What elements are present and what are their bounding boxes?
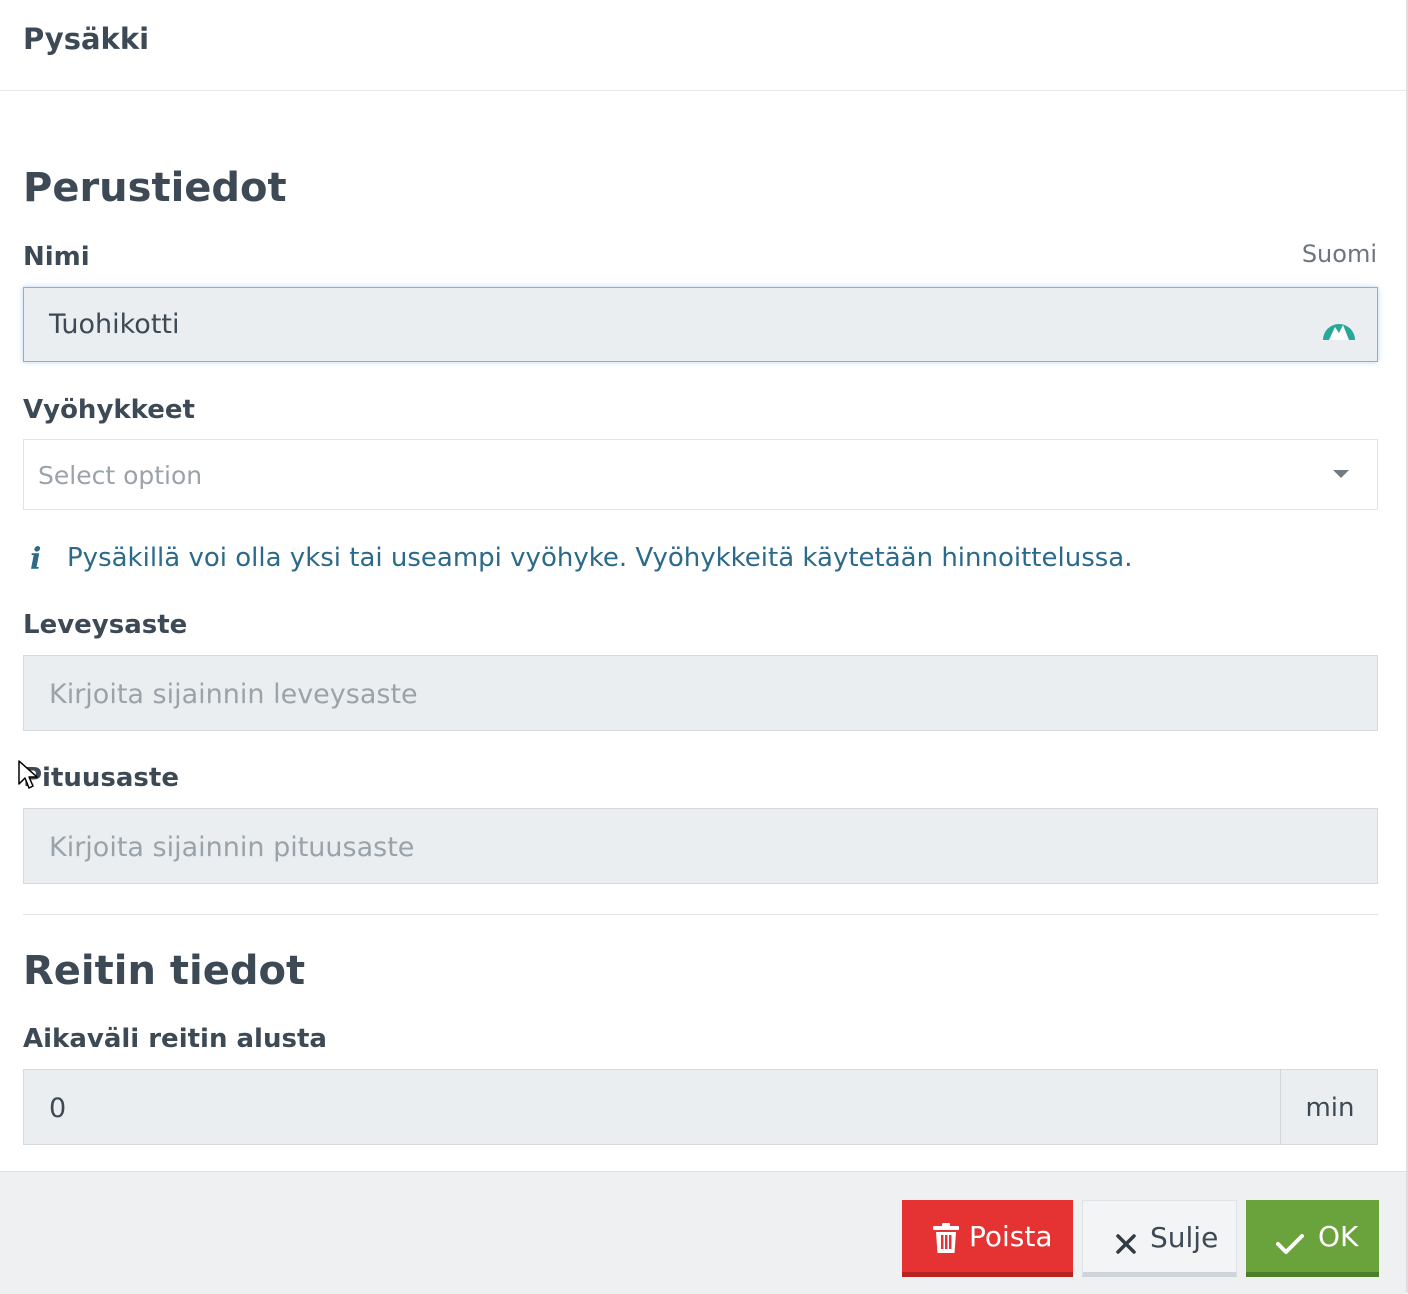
language-selector[interactable]: Suomi xyxy=(1302,240,1377,268)
close-button-label: Sulje xyxy=(1150,1221,1219,1254)
zones-select-placeholder: Select option xyxy=(38,461,203,490)
interval-label: Aikaväli reitin alusta xyxy=(23,1024,327,1054)
modal-title: Pysäkki xyxy=(23,22,150,56)
latitude-label: Leveysaste xyxy=(23,610,188,640)
zones-select[interactable]: Select option xyxy=(23,439,1378,510)
modal-header: Pysäkki xyxy=(0,0,1406,91)
mouse-cursor-icon xyxy=(18,760,38,794)
close-button[interactable]: Sulje xyxy=(1082,1200,1237,1277)
longitude-label: Pituusaste xyxy=(23,763,179,793)
zones-label: Vyöhykkeet xyxy=(23,395,195,425)
name-label: Nimi xyxy=(23,242,90,272)
name-input-value: Tuohikotti xyxy=(49,309,180,340)
section-title-route-info: Reitin tiedot xyxy=(23,948,306,994)
delete-button[interactable]: Poista xyxy=(902,1200,1073,1277)
trash-icon xyxy=(933,1223,959,1260)
info-icon: i xyxy=(30,542,42,577)
mountain-logo-icon[interactable] xyxy=(1321,308,1357,342)
interval-input[interactable]: 0 xyxy=(23,1069,1281,1145)
close-icon xyxy=(1116,1228,1136,1261)
name-input[interactable]: Tuohikotti xyxy=(23,287,1378,362)
latitude-input-placeholder: Kirjoita sijainnin leveysaste xyxy=(49,679,418,710)
longitude-input[interactable]: Kirjoita sijainnin pituusaste xyxy=(23,808,1378,884)
interval-unit-addon: min xyxy=(1280,1069,1378,1145)
longitude-input-placeholder: Kirjoita sijainnin pituusaste xyxy=(49,832,415,863)
chevron-down-icon xyxy=(1333,470,1349,478)
interval-input-value: 0 xyxy=(49,1093,67,1124)
stop-modal: Pysäkki Perustiedot Nimi Suomi Tuohikott… xyxy=(0,0,1408,1294)
ok-button[interactable]: OK xyxy=(1246,1200,1379,1277)
section-divider xyxy=(23,914,1378,915)
zones-info-text: Pysäkillä voi olla yksi tai useampi vyöh… xyxy=(67,543,1133,573)
check-icon xyxy=(1276,1228,1304,1261)
delete-button-label: Poista xyxy=(969,1220,1053,1253)
ok-button-label: OK xyxy=(1318,1220,1359,1253)
interval-unit: min xyxy=(1305,1093,1355,1123)
section-title-basic-info: Perustiedot xyxy=(23,165,287,211)
latitude-input[interactable]: Kirjoita sijainnin leveysaste xyxy=(23,655,1378,731)
